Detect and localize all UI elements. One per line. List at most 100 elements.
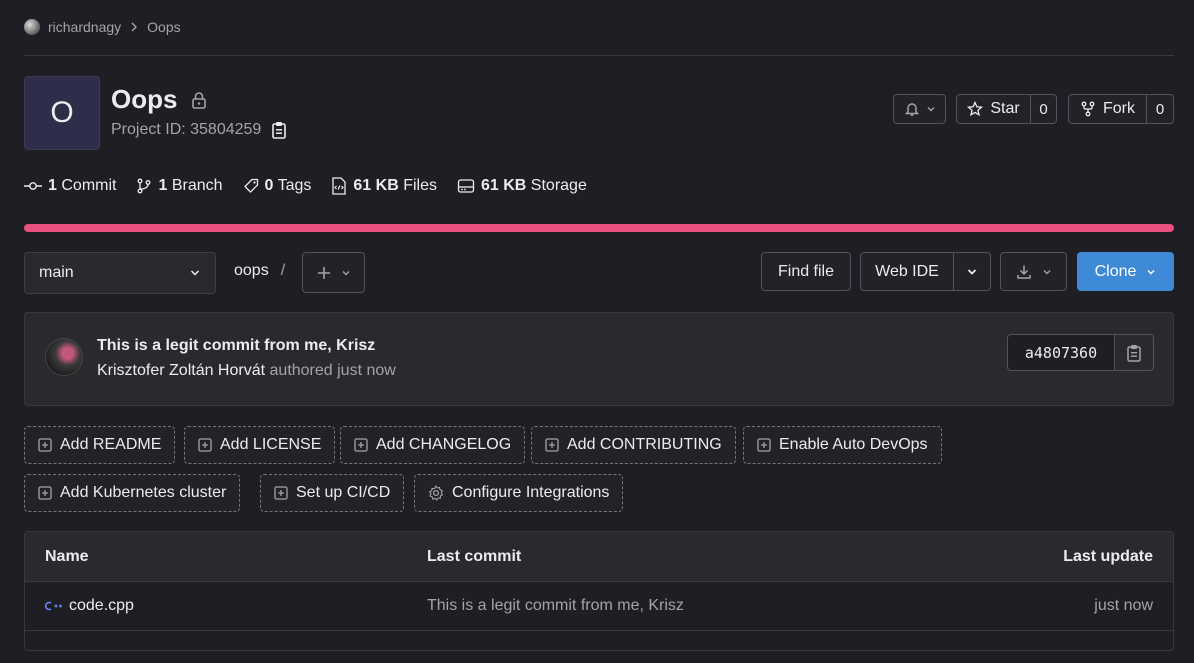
add-changelog-button[interactable]: Add CHANGELOG	[340, 426, 526, 464]
download-icon	[1016, 264, 1032, 280]
plus-square-icon	[198, 438, 212, 452]
tags-count: 0	[264, 177, 274, 194]
plus-icon	[317, 266, 331, 280]
add-kubernetes-cluster-label: Add Kubernetes cluster	[60, 484, 227, 501]
add-license-button[interactable]: Add LICENSE	[184, 426, 336, 464]
notification-dropdown-button[interactable]	[893, 94, 946, 124]
branches-label: Branch	[171, 177, 223, 194]
add-kubernetes-cluster-button[interactable]: Add Kubernetes cluster	[24, 474, 241, 512]
plus-square-icon	[545, 438, 559, 452]
commit-author-avatar[interactable]	[45, 338, 83, 376]
enable-auto-devops-button[interactable]: Enable Auto DevOps	[743, 426, 942, 464]
project-id: Project ID: 35804259	[111, 121, 262, 138]
breadcrumb-user-link[interactable]: richardnagy	[48, 19, 121, 35]
files-size: 61 KB	[353, 177, 399, 194]
add-contributing-label: Add CONTRIBUTING	[567, 436, 722, 453]
star-group: Star 0	[956, 94, 1057, 124]
path-root-link[interactable]: oops	[234, 262, 269, 280]
user-avatar[interactable]	[24, 19, 40, 35]
add-contributing-button[interactable]: Add CONTRIBUTING	[531, 426, 736, 464]
enable-auto-devops-label: Enable Auto DevOps	[779, 436, 928, 453]
add-changelog-label: Add CHANGELOG	[376, 436, 512, 453]
files-label: Files	[403, 177, 437, 194]
file-last-update: just now	[1094, 597, 1153, 614]
breadcrumb-project-link[interactable]: Oops	[147, 19, 180, 35]
plus-square-icon	[757, 438, 771, 452]
column-header-last-commit: Last commit	[427, 548, 522, 565]
commit-title-link[interactable]: This is a legit commit from me, Krisz	[97, 337, 375, 355]
chevron-right-icon	[129, 22, 139, 32]
commits-stat[interactable]: 1 Commit	[24, 177, 116, 195]
storage-label: Storage	[530, 177, 587, 194]
branch-select[interactable]: main	[24, 252, 216, 294]
chevron-down-icon	[926, 104, 936, 114]
project-id-wrap: Project ID: 35804259	[111, 121, 287, 139]
fork-button[interactable]: Fork	[1068, 94, 1147, 124]
commits-label: Commit	[61, 177, 117, 194]
project-title: Oops	[111, 84, 178, 114]
branches-stat[interactable]: 1 Branch	[136, 177, 223, 195]
breadcrumb: richardnagy Oops	[24, 16, 181, 38]
commit-author-link[interactable]: Krisztofer Zoltán Horvát	[97, 362, 265, 379]
cpp-file-icon	[45, 600, 63, 612]
fork-icon	[1080, 101, 1096, 117]
star-button[interactable]: Star	[956, 94, 1031, 124]
tags-label: Tags	[277, 177, 312, 194]
commits-count: 1	[48, 177, 57, 194]
chevron-down-icon	[966, 266, 978, 278]
branch-select-value: main	[39, 264, 74, 281]
fork-count[interactable]: 0	[1147, 94, 1174, 124]
clone-button[interactable]: Clone	[1077, 252, 1174, 291]
plus-square-icon	[38, 486, 52, 500]
web-ide-dropdown-toggle[interactable]	[954, 252, 991, 291]
star-label: Star	[990, 100, 1020, 117]
chevron-down-icon	[189, 267, 201, 279]
plus-square-icon	[274, 486, 288, 500]
tags-stat[interactable]: 0 Tags	[243, 177, 312, 195]
add-license-label: Add LICENSE	[220, 436, 322, 453]
web-ide-button[interactable]: Web IDE	[860, 252, 954, 291]
add-readme-button[interactable]: Add README	[24, 426, 176, 464]
copy-sha-button[interactable]	[1114, 334, 1154, 371]
add-readme-label: Add README	[60, 436, 162, 453]
repository-languages-bar[interactable]	[24, 224, 1174, 232]
download-dropdown[interactable]	[1000, 252, 1067, 291]
files-stat[interactable]: 61 KB Files	[331, 177, 437, 195]
file-name-link[interactable]: code.cpp	[69, 597, 134, 615]
column-header-name: Name	[45, 548, 89, 565]
set-up-ci-cd-button[interactable]: Set up CI/CD	[260, 474, 405, 512]
plus-square-icon	[354, 438, 368, 452]
project-stats: 1 Commit 1 Branch 0 Tags 61 KB Files 61 …	[24, 174, 587, 198]
repo-path: oops /	[234, 262, 285, 280]
star-count[interactable]: 0	[1031, 94, 1057, 124]
copy-project-id-icon[interactable]	[271, 121, 287, 139]
storage-stat[interactable]: 61 KB Storage	[457, 177, 587, 195]
lock-icon	[191, 91, 207, 109]
file-code-icon	[331, 177, 347, 195]
add-to-tree-dropdown[interactable]	[302, 252, 365, 293]
branch-icon	[136, 178, 152, 194]
commit-icon	[24, 180, 42, 192]
configure-integrations-button[interactable]: Configure Integrations	[414, 474, 624, 512]
plus-square-icon	[38, 438, 52, 452]
fork-group: Fork 0	[1068, 94, 1174, 124]
files-table-header	[25, 532, 1173, 582]
path-separator: /	[280, 262, 286, 279]
column-header-last-update: Last update	[1063, 548, 1153, 565]
table-row[interactable]: code.cpp	[45, 597, 134, 615]
branches-count: 1	[158, 177, 168, 194]
row-divider	[25, 630, 1173, 631]
tag-icon	[243, 178, 259, 194]
commit-sha[interactable]: a4807360	[1007, 334, 1115, 371]
file-last-commit-link[interactable]: This is a legit commit from me, Krisz	[427, 597, 684, 615]
web-ide-group: Web IDE	[860, 252, 991, 291]
divider	[24, 55, 1174, 56]
storage-size: 61 KB	[480, 177, 527, 194]
chevron-down-icon	[1042, 267, 1052, 277]
fork-label: Fork	[1103, 100, 1135, 117]
bell-icon	[904, 101, 920, 117]
find-file-button[interactable]: Find file	[761, 252, 851, 291]
commit-author-line: Krisztofer Zoltán Horvát authored just n…	[97, 362, 396, 380]
star-icon	[967, 101, 984, 117]
set-up-ci-cd-label: Set up CI/CD	[296, 484, 391, 501]
